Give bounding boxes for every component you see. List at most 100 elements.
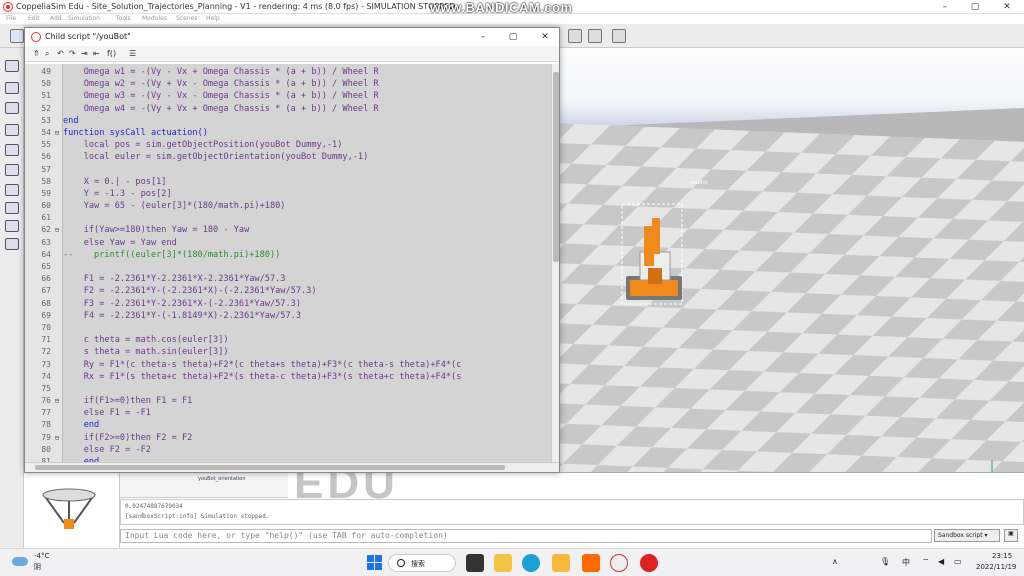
code-text[interactable]: if(F1>=0)then F1 = F1 <box>63 395 193 407</box>
indent-icon[interactable]: ⇥ <box>81 49 88 58</box>
code-line[interactable]: 63 else Yaw = Yaw end <box>25 237 551 249</box>
code-text[interactable]: end <box>63 419 100 431</box>
microphone-icon[interactable]: 🎙 <box>880 557 890 566</box>
horizontal-scrollbar[interactable] <box>25 462 559 472</box>
close-button[interactable]: ✕ <box>992 0 1022 14</box>
properties-icon[interactable] <box>5 144 19 156</box>
edge-browser-icon[interactable] <box>522 554 540 572</box>
code-text[interactable]: Rx = F1*(s theta+c theta)+F2*(s theta-c … <box>63 371 462 383</box>
code-line[interactable]: 52 Omega w4 = -(Vy + Vx + Omega Chassis … <box>25 103 551 115</box>
app-icon[interactable] <box>552 554 570 572</box>
code-line[interactable]: 60 Yaw = 65 - (euler[3]*(180/math.pi)+18… <box>25 200 551 212</box>
code-line[interactable]: 54 ⊟ function sysCall actuation() <box>25 127 551 139</box>
code-line[interactable]: 62 ⊟ if(Yaw>=180)then Yaw = 180 - Yaw <box>25 224 551 236</box>
code-text[interactable]: Omega w1 = -(Vy - Vx + Omega Chassis * (… <box>63 66 379 78</box>
code-line[interactable]: 67 F2 = -2.2361*Y-(-2.2361*X)-(-2.2361*Y… <box>25 285 551 297</box>
volume-icon[interactable]: ◀ <box>938 557 944 566</box>
code-text[interactable]: end <box>63 115 79 127</box>
fold-marker-icon[interactable]: ⊟ <box>53 127 61 139</box>
code-text[interactable]: F3 = -2.2361*Y-2.2361*X-(-2.2361*Yaw/57.… <box>63 298 301 310</box>
code-text[interactable]: else Yaw = Yaw end <box>63 237 177 249</box>
clock-date[interactable]: 2022/11/19 <box>976 563 1016 571</box>
weather-condition[interactable]: 阴 <box>34 562 41 572</box>
settings-icon[interactable] <box>5 220 19 232</box>
menu-tools[interactable]: Tools <box>116 15 131 22</box>
code-line[interactable]: 61 <box>25 212 551 224</box>
windows-start-icon[interactable] <box>367 555 383 571</box>
eye-icon[interactable] <box>588 29 602 43</box>
fold-marker-icon[interactable]: ⊟ <box>53 224 61 236</box>
editor-close-button[interactable]: ✕ <box>535 30 555 44</box>
code-text[interactable]: Ry = F1*(c theta-s theta)+F2*(c theta+s … <box>63 359 462 371</box>
code-line[interactable]: 77 else F1 = -F1 <box>25 407 551 419</box>
scene-viewport[interactable]: youBot <box>560 48 1024 498</box>
editor-minimize-button[interactable]: – <box>473 30 493 44</box>
code-text[interactable]: Yaw = 65 - (euler[3]*(180/math.pi)+180) <box>63 200 286 212</box>
code-text[interactable]: F2 = -2.2361*Y-(-2.2361*X)-(-2.2361*Yaw/… <box>63 285 317 297</box>
scene-hierarchy-icon[interactable] <box>5 102 19 114</box>
code-text[interactable]: if(Yaw>=180)then Yaw = 180 - Yaw <box>63 224 250 236</box>
menu-help[interactable]: Help <box>206 15 220 22</box>
code-text[interactable]: function sysCall actuation() <box>63 127 208 139</box>
clock-time[interactable]: 23:15 <box>992 552 1012 560</box>
lua-command-input[interactable]: Input Lua code here, or type "help()" (u… <box>120 529 932 543</box>
tree-item[interactable]: youBot_orientation <box>198 476 246 482</box>
fold-marker-icon[interactable]: ⊟ <box>53 432 61 444</box>
minimize-button[interactable]: – <box>930 0 960 14</box>
code-line[interactable]: 75 <box>25 383 551 395</box>
code-line[interactable]: 69 F4 = -2.2361*Y-(-1.8149*X)-2.2361*Yaw… <box>25 310 551 322</box>
code-line[interactable]: 51 Omega w3 = -(Vy - Vx - Omega Chassis … <box>25 90 551 102</box>
code-line[interactable]: 72 s theta = math.sin(euler[3]) <box>25 346 551 358</box>
code-line[interactable]: 57 <box>25 164 551 176</box>
coppeliasim-taskbar-icon[interactable] <box>610 554 628 572</box>
undo-icon[interactable]: ↶ <box>57 49 64 58</box>
code-line[interactable]: 64 -- printf((euler[3]*(180/math.pi)+180)… <box>25 249 551 261</box>
code-text[interactable]: -- printf((euler[3]*(180/math.pi)+180)) <box>63 249 280 261</box>
menu-modules[interactable]: Modules <box>142 15 167 22</box>
file-explorer-icon[interactable] <box>494 554 512 572</box>
calculation-icon[interactable] <box>5 202 19 214</box>
code-lines[interactable]: 49 Omega w1 = -(Vy - Vx + Omega Chassis … <box>25 66 551 462</box>
function-list-icon[interactable]: f() <box>107 49 116 58</box>
code-text[interactable]: Y = -1.3 - pos[2] <box>63 188 172 200</box>
taskbar-search[interactable]: 搜索 <box>388 554 456 572</box>
code-text[interactable]: Omega w2 = -(Vy + Vx - Omega Chassis * (… <box>63 78 379 90</box>
battery-icon[interactable]: ▭ <box>954 557 962 566</box>
code-text[interactable]: local euler = sim.getObjectOrientation(y… <box>63 151 369 163</box>
code-text[interactable]: Omega w4 = -(Vy + Vx + Omega Chassis * (… <box>63 103 379 115</box>
code-text[interactable]: s theta = math.sin(euler[3]) <box>63 346 229 358</box>
tray-expand-icon[interactable]: ∧ <box>832 557 838 566</box>
editor-maximize-button[interactable]: ▢ <box>503 30 523 44</box>
cloud-icon[interactable] <box>12 557 28 566</box>
redo-icon[interactable]: ↷ <box>69 49 76 58</box>
code-line[interactable]: 80 else F2 = -F2 <box>25 444 551 456</box>
search-icon[interactable] <box>5 82 19 94</box>
horizontal-scroll-thumb[interactable] <box>35 465 505 470</box>
code-text[interactable]: Omega w3 = -(Vy - Vx - Omega Chassis * (… <box>63 90 379 102</box>
code-line[interactable]: 68 F3 = -2.2361*Y-2.2361*X-(-2.2361*Yaw/… <box>25 298 551 310</box>
code-line[interactable]: 79 ⊟ if(F2>=0)then F2 = F2 <box>25 432 551 444</box>
sandbox-script-select[interactable]: Sandbox script ▾ <box>934 529 1000 542</box>
code-line[interactable]: 59 Y = -1.3 - pos[2] <box>25 188 551 200</box>
layers-icon[interactable] <box>5 124 19 136</box>
tree-icon[interactable] <box>5 164 19 176</box>
menu-edit[interactable]: Edit <box>28 15 40 22</box>
menu-simulation[interactable]: Simulation <box>68 15 100 22</box>
camera-icon[interactable] <box>612 29 626 43</box>
code-line[interactable]: 73 Ry = F1*(c theta-s theta)+F2*(c theta… <box>25 359 551 371</box>
vertical-scroll-thumb[interactable] <box>553 72 559 262</box>
ime-indicator[interactable]: 中 <box>902 557 910 568</box>
code-line[interactable]: 78 end <box>25 419 551 431</box>
code-text[interactable]: X = 0.| - pos[1] <box>63 176 167 188</box>
list-icon[interactable] <box>5 184 19 196</box>
code-line[interactable]: 65 <box>25 261 551 273</box>
mi-icon[interactable] <box>582 554 600 572</box>
fold-marker-icon[interactable]: ⊟ <box>53 395 61 407</box>
snippets-icon[interactable]: ☰ <box>129 49 136 58</box>
sandbox-toggle-button[interactable]: ▣ <box>1004 529 1018 542</box>
model-browser-icon[interactable] <box>5 60 19 72</box>
code-line[interactable]: 56 local euler = sim.getObjectOrientatio… <box>25 151 551 163</box>
weather-temperature[interactable]: -4°C <box>34 552 49 560</box>
wifi-icon[interactable]: ⌔ <box>922 557 930 567</box>
rotate-object-icon[interactable] <box>568 29 582 43</box>
